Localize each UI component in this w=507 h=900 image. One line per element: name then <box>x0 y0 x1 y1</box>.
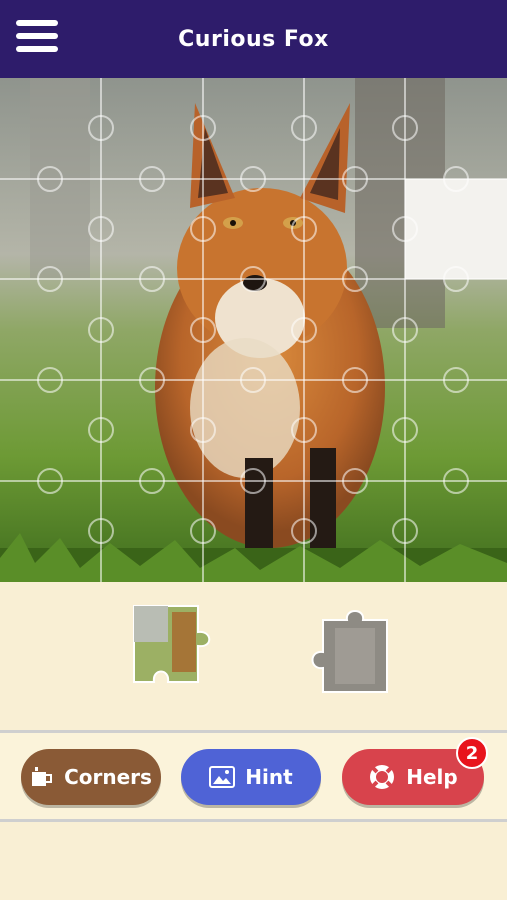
help-label: Help <box>406 765 458 789</box>
loose-puzzle-piece[interactable] <box>128 602 216 688</box>
hint-label: Hint <box>245 765 293 789</box>
loose-puzzle-piece[interactable] <box>305 608 391 694</box>
puzzle-title: Curious Fox <box>178 26 329 52</box>
hamburger-menu-icon[interactable] <box>16 20 58 56</box>
bottom-area <box>0 822 507 900</box>
image-icon <box>209 766 236 788</box>
lifebuoy-icon <box>368 763 396 791</box>
top-bar: Curious Fox <box>0 0 507 78</box>
help-badge: 2 <box>456 737 488 769</box>
action-bar: Corners Hint Help <box>0 733 507 819</box>
puzzle-board[interactable] <box>0 78 507 582</box>
mug-icon <box>30 766 54 788</box>
puzzle-image <box>0 78 507 582</box>
piece-tray <box>0 582 507 730</box>
hint-button[interactable]: Hint <box>181 749 321 805</box>
corners-button[interactable]: Corners <box>21 749 161 805</box>
corners-label: Corners <box>64 765 152 789</box>
